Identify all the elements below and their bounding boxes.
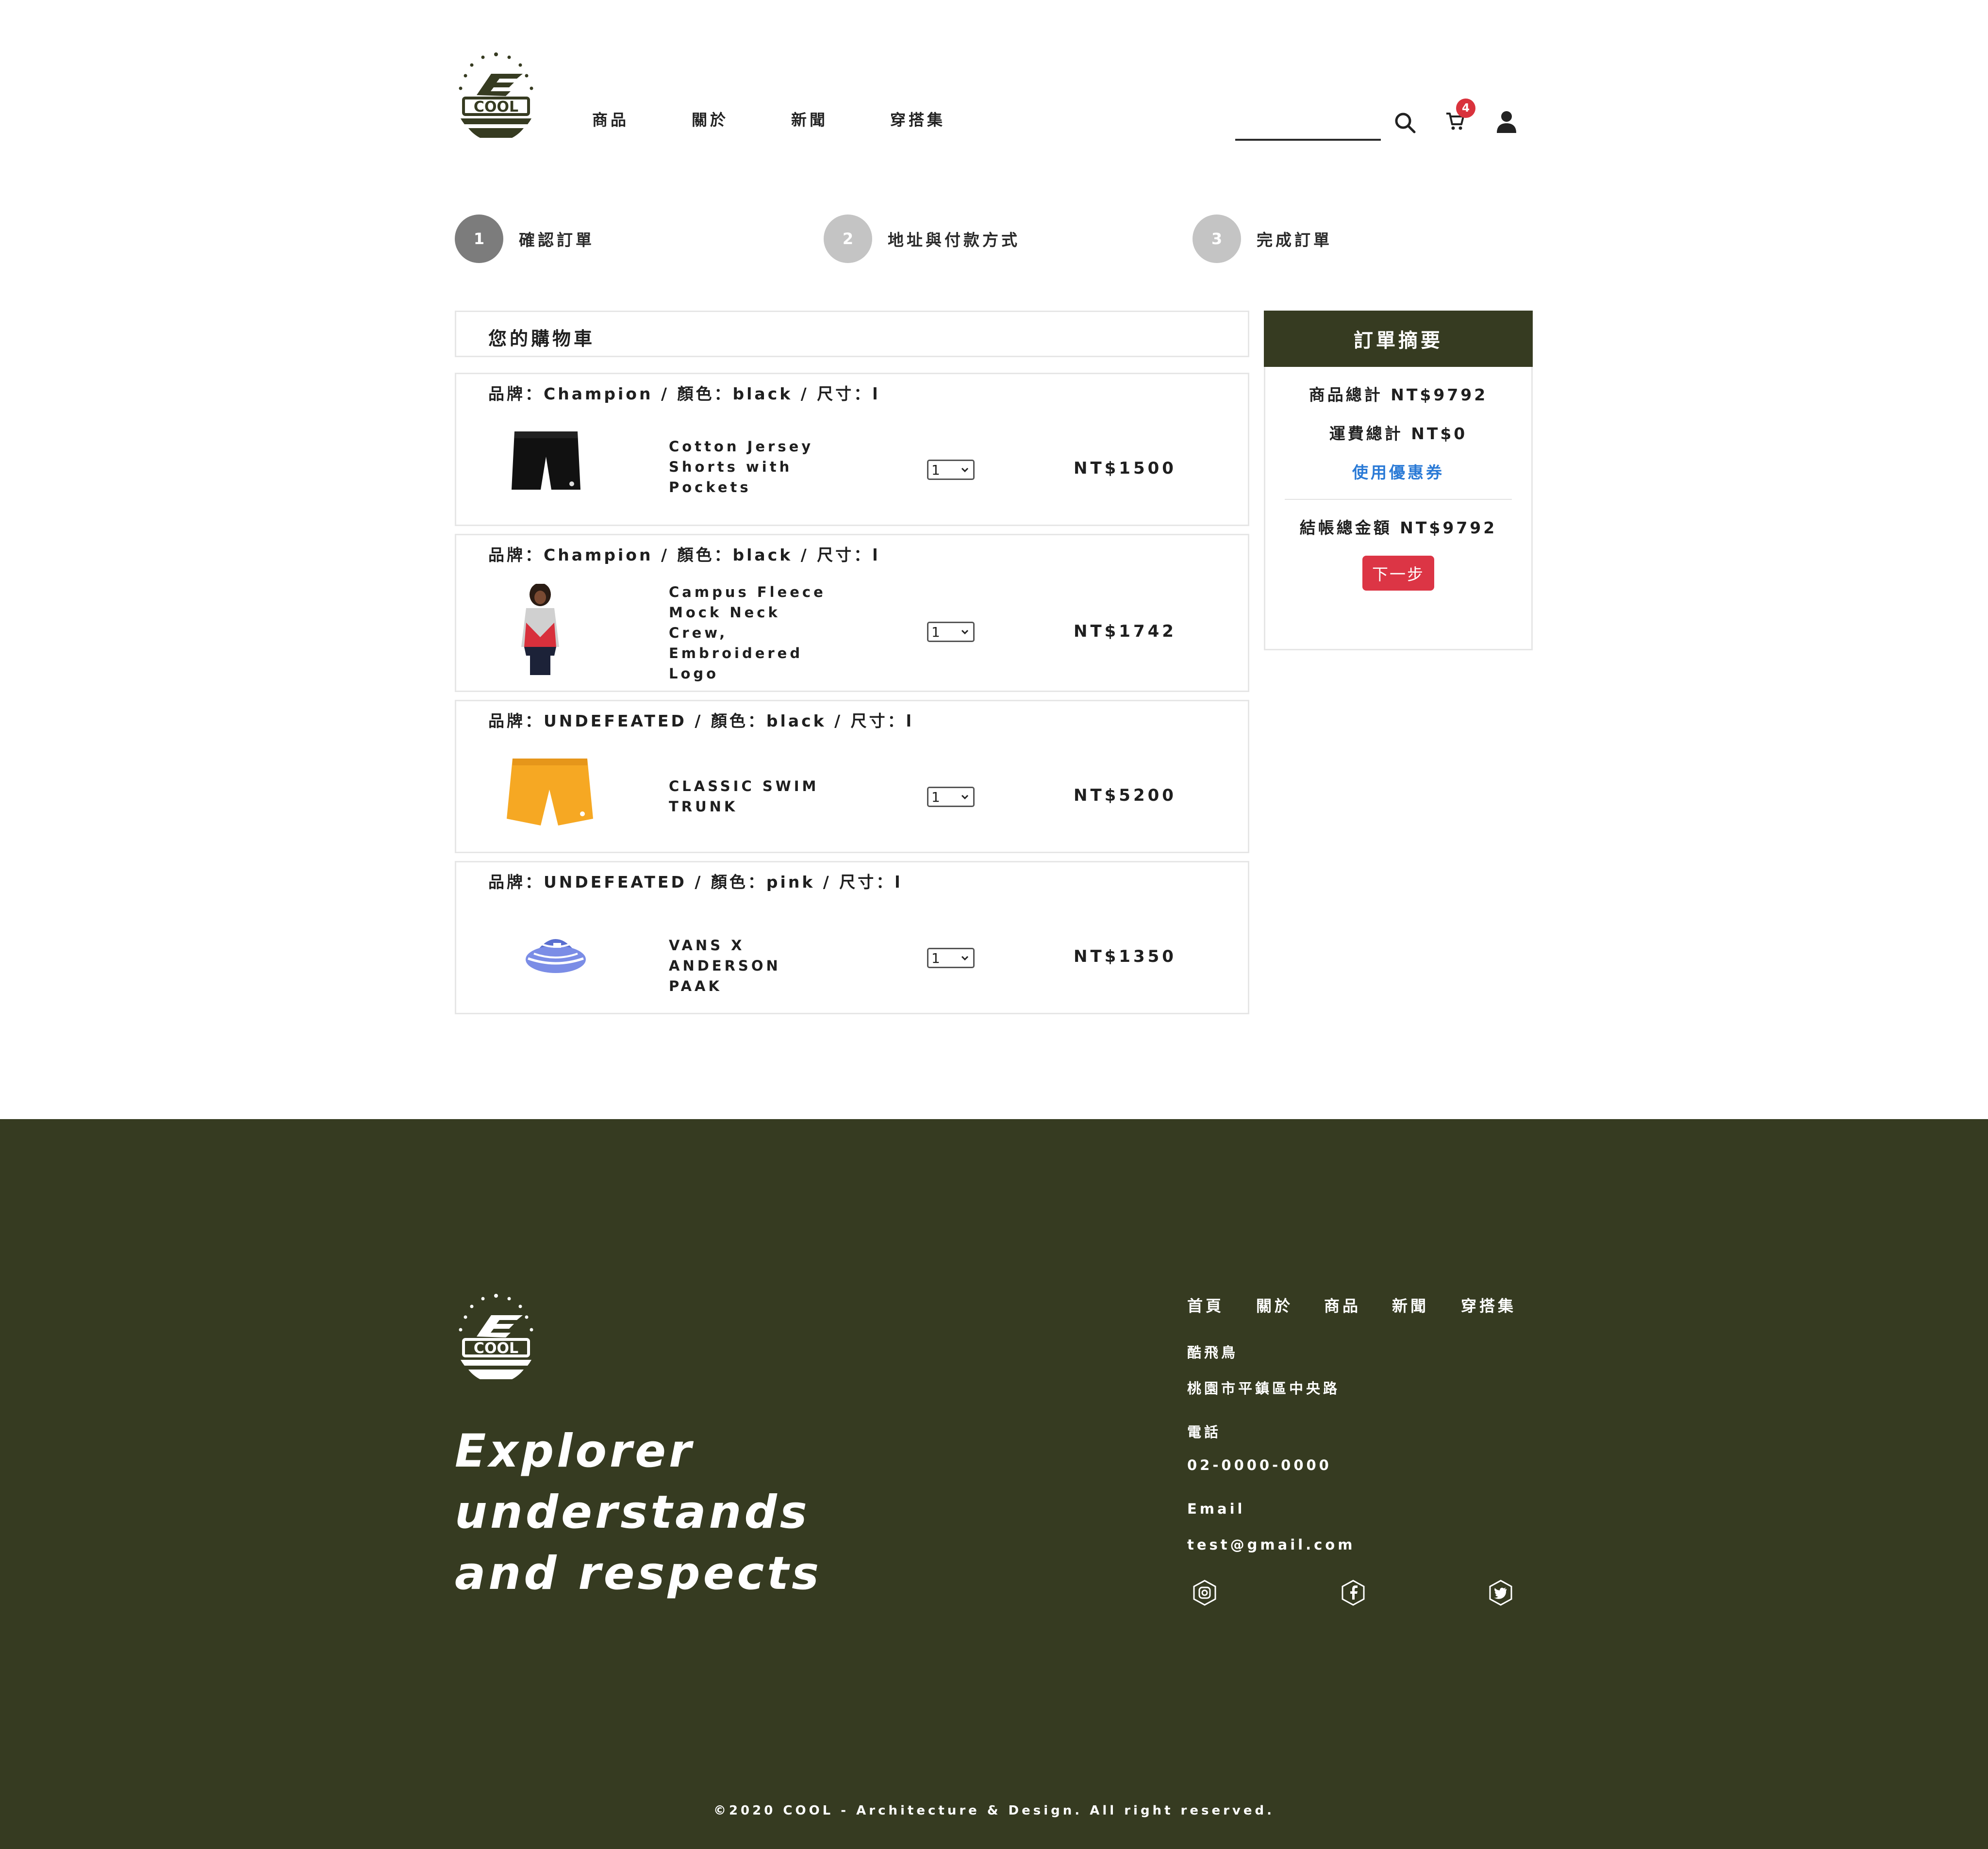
- order-summary: 訂單摘要 商品總計 NT$9792 運費總計 NT$0 使用優惠券 結帳總金額 …: [1264, 311, 1533, 650]
- search-icon[interactable]: [1394, 112, 1416, 134]
- summary-divider: [1285, 499, 1512, 500]
- footer-nav-lookbook[interactable]: 穿搭集: [1461, 1294, 1516, 1316]
- product-image-fleece-top[interactable]: [518, 584, 562, 676]
- quantity-value: 1: [931, 789, 940, 805]
- item-name[interactable]: CLASSIC SWIM TRUNK: [669, 776, 829, 817]
- step-label: 地址與付款方式: [888, 231, 1020, 249]
- chevron-down-icon: [961, 467, 969, 473]
- email-label: Email: [1187, 1501, 1245, 1517]
- product-image-yellow-trunk[interactable]: [505, 756, 595, 828]
- quantity-select[interactable]: 1: [927, 460, 975, 480]
- item-name[interactable]: VANS X ANDERSON PAAK: [669, 935, 829, 996]
- cart-item: 品牌：UNDEFEATED / 顏色：black / 尺寸：l CLASSIC …: [455, 700, 1249, 853]
- footer-nav-news[interactable]: 新聞: [1392, 1294, 1429, 1316]
- cart-title: 您的購物車: [488, 328, 596, 349]
- footer-logo-text: COOL: [474, 1340, 518, 1357]
- cart-item: 品牌：Champion / 顏色：black / 尺寸：l Cotton Jer…: [455, 373, 1249, 526]
- search-input[interactable]: [1235, 139, 1381, 141]
- nav-news[interactable]: 新聞: [791, 108, 828, 130]
- slogan-line: Explorer: [455, 1425, 695, 1478]
- copyright: ©2020 COOL - Architecture & Design. All …: [713, 1803, 1275, 1818]
- logo-text: COOL: [474, 99, 518, 116]
- chevron-down-icon: [961, 956, 969, 961]
- item-meta: 品牌：UNDEFEATED / 顏色：black / 尺寸：l: [488, 711, 914, 730]
- item-price: NT$5200: [1074, 786, 1176, 805]
- footer-cool-logo[interactable]: COOL: [455, 1292, 537, 1379]
- slogan-line: understands: [455, 1486, 810, 1539]
- step-number: 3: [1193, 215, 1241, 263]
- instagram-icon[interactable]: [1191, 1579, 1218, 1606]
- quantity-select[interactable]: 1: [927, 948, 975, 968]
- product-image-bucket-hat[interactable]: [524, 929, 587, 978]
- cart-item: 品牌：Champion / 顏色：black / 尺寸：l Campus Fle…: [455, 534, 1249, 692]
- company-address: 桃園市平鎮區中央路: [1187, 1380, 1341, 1397]
- email-address[interactable]: test@gmail.com: [1187, 1536, 1355, 1553]
- footer-slogan: Explorer understands and respects: [455, 1421, 892, 1604]
- slogan-line: and respects: [455, 1547, 822, 1600]
- step-number: 2: [824, 215, 872, 263]
- step-address-payment: 2 地址與付款方式: [824, 215, 1020, 263]
- item-price: NT$1350: [1074, 947, 1176, 966]
- footer-nav-about[interactable]: 關於: [1256, 1294, 1293, 1316]
- company-name: 酷飛鳥: [1187, 1344, 1239, 1361]
- footer-nav-products[interactable]: 商品: [1324, 1294, 1361, 1316]
- quantity-value: 1: [931, 624, 940, 640]
- phone-number: 02-0000-0000: [1187, 1457, 1332, 1473]
- item-meta: 品牌：Champion / 顏色：black / 尺寸：l: [488, 545, 880, 564]
- step-label: 確認訂單: [519, 231, 595, 249]
- item-meta: 品牌：Champion / 顏色：black / 尺寸：l: [488, 384, 880, 403]
- quantity-select[interactable]: 1: [927, 787, 975, 807]
- summary-title: 訂單摘要: [1264, 311, 1533, 367]
- grand-total: 結帳總金額 NT$9792: [1299, 518, 1497, 537]
- step-label: 完成訂單: [1257, 231, 1332, 249]
- chevron-down-icon: [961, 629, 969, 635]
- quantity-select[interactable]: 1: [927, 622, 975, 642]
- phone-label: 電話: [1187, 1424, 1222, 1440]
- cool-logo[interactable]: COOL: [455, 50, 537, 138]
- cart-item: 品牌：UNDEFEATED / 顏色：pink / 尺寸：l VANS X AN…: [455, 861, 1249, 1014]
- chevron-down-icon: [961, 794, 969, 800]
- subtotal: 商品總計 NT$9792: [1309, 385, 1488, 404]
- user-icon[interactable]: [1496, 111, 1517, 133]
- use-coupon-link[interactable]: 使用優惠券: [1265, 460, 1531, 483]
- item-price: NT$1500: [1074, 459, 1176, 478]
- next-step-button[interactable]: 下一步: [1362, 556, 1434, 591]
- item-meta: 品牌：UNDEFEATED / 顏色：pink / 尺寸：l: [488, 873, 903, 891]
- cart-title-box: 您的購物車: [455, 311, 1249, 357]
- step-number: 1: [455, 215, 503, 263]
- footer: COOL Explorer understands and respects 首…: [0, 1119, 1988, 1849]
- nav-about[interactable]: 關於: [692, 108, 729, 130]
- step-complete-order: 3 完成訂單: [1193, 215, 1332, 263]
- step-confirm-order: 1 確認訂單: [455, 215, 595, 263]
- twitter-icon[interactable]: [1487, 1579, 1514, 1606]
- nav-lookbook[interactable]: 穿搭集: [890, 108, 945, 130]
- shipping-total: 運費總計 NT$0: [1329, 424, 1468, 443]
- item-name[interactable]: Campus Fleece Mock Neck Crew, Embroidere…: [669, 582, 829, 684]
- cart-count-badge: 4: [1456, 99, 1475, 118]
- footer-nav-home[interactable]: 首頁: [1187, 1294, 1224, 1316]
- item-price: NT$1742: [1074, 622, 1176, 641]
- quantity-value: 1: [931, 462, 940, 478]
- facebook-icon[interactable]: [1340, 1579, 1367, 1606]
- item-name[interactable]: Cotton Jersey Shorts with Pockets: [669, 436, 829, 497]
- product-image-black-shorts[interactable]: [510, 428, 582, 495]
- nav-products[interactable]: 商品: [592, 108, 629, 130]
- quantity-value: 1: [931, 950, 940, 966]
